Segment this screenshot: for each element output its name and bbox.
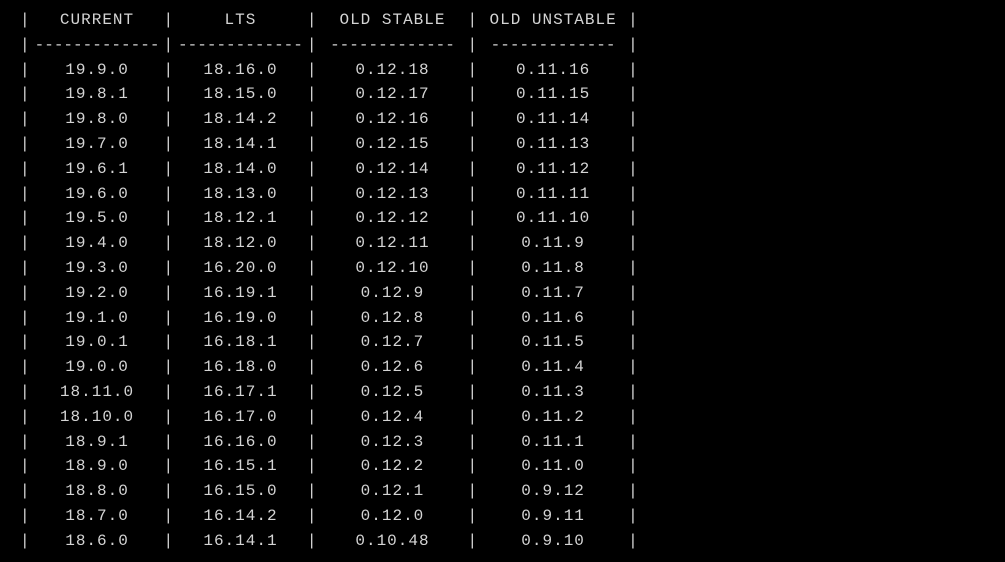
version-cell: 0.11.11 [478,182,628,207]
version-cell: 19.6.1 [31,157,164,182]
version-cell: 19.7.0 [31,132,164,157]
version-cell: 16.18.0 [174,355,307,380]
version-cell: 0.12.17 [317,82,467,107]
column-divider: ------------- [174,33,307,58]
version-cell: 0.12.3 [317,430,467,455]
version-cell: 0.11.14 [478,107,628,132]
column-header: OLD UNSTABLE [478,8,628,33]
version-cell: 0.12.4 [317,405,467,430]
version-cell: 18.6.0 [31,529,164,554]
version-cell: 0.12.7 [317,330,467,355]
version-cell: 0.12.14 [317,157,467,182]
version-cell: 0.11.8 [478,256,628,281]
version-cell: 16.19.0 [174,306,307,331]
version-cell: 18.8.0 [31,479,164,504]
version-cell: 0.9.10 [478,529,628,554]
column-current: CURRENT ------------- 19.9.0 19.8.1 19.8… [31,8,164,554]
version-cell: 0.12.16 [317,107,467,132]
version-cell: 0.12.9 [317,281,467,306]
column-lts: LTS ------------- 18.16.0 18.15.0 18.14.… [174,8,307,554]
version-cell: 16.20.0 [174,256,307,281]
version-cell: 0.11.13 [478,132,628,157]
version-cell: 18.14.2 [174,107,307,132]
version-cell: 19.0.0 [31,355,164,380]
version-cell: 0.11.5 [478,330,628,355]
version-cell: 0.9.11 [478,504,628,529]
version-cell: 0.11.4 [478,355,628,380]
version-cell: 0.12.5 [317,380,467,405]
version-cell: 0.12.12 [317,206,467,231]
version-cell: 0.11.2 [478,405,628,430]
version-cell: 16.17.0 [174,405,307,430]
column-separator: | | | | | | | | | | | | | | | | | | | | … [628,8,639,554]
version-cell: 0.12.0 [317,504,467,529]
version-cell: 19.2.0 [31,281,164,306]
version-cell: 0.12.18 [317,58,467,83]
version-cell: 19.6.0 [31,182,164,207]
version-cell: 0.11.16 [478,58,628,83]
version-cell: 16.17.1 [174,380,307,405]
column-divider: ------------- [317,33,467,58]
column-separator: | | | | | | | | | | | | | | | | | | | | … [163,8,174,554]
version-cell: 18.7.0 [31,504,164,529]
column-divider: ------------- [478,33,628,58]
version-cell: 18.10.0 [31,405,164,430]
version-cell: 19.5.0 [31,206,164,231]
version-cell: 18.11.0 [31,380,164,405]
version-cell: 16.16.0 [174,430,307,455]
version-cell: 16.14.2 [174,504,307,529]
version-cell: 0.12.15 [317,132,467,157]
version-cell: 18.14.1 [174,132,307,157]
version-cell: 19.3.0 [31,256,164,281]
version-cell: 18.16.0 [174,58,307,83]
version-cell: 19.1.0 [31,306,164,331]
version-cell: 18.14.0 [174,157,307,182]
version-cell: 0.11.0 [478,454,628,479]
version-cell: 16.18.1 [174,330,307,355]
column-divider: ------------- [31,33,164,58]
version-cell: 0.12.6 [317,355,467,380]
version-cell: 19.8.0 [31,107,164,132]
version-cell: 0.12.11 [317,231,467,256]
version-cell: 0.12.8 [317,306,467,331]
version-cell: 0.10.48 [317,529,467,554]
column-separator: | | | | | | | | | | | | | | | | | | | | … [307,8,318,554]
version-cell: 18.13.0 [174,182,307,207]
column-header: CURRENT [31,8,164,33]
version-cell: 0.9.12 [478,479,628,504]
version-cell: 0.11.6 [478,306,628,331]
version-cell: 0.12.10 [317,256,467,281]
column-old-unstable: OLD UNSTABLE ------------- 0.11.16 0.11.… [478,8,628,554]
column-separator: | | | | | | | | | | | | | | | | | | | | … [467,8,478,554]
column-header: LTS [174,8,307,33]
version-cell: 16.14.1 [174,529,307,554]
version-cell: 18.9.1 [31,430,164,455]
version-cell: 19.4.0 [31,231,164,256]
version-cell: 0.12.2 [317,454,467,479]
version-cell: 19.9.0 [31,58,164,83]
version-cell: 18.15.0 [174,82,307,107]
version-cell: 16.15.1 [174,454,307,479]
version-cell: 0.11.12 [478,157,628,182]
version-cell: 16.19.1 [174,281,307,306]
version-cell: 0.11.9 [478,231,628,256]
version-cell: 19.8.1 [31,82,164,107]
version-cell: 0.12.13 [317,182,467,207]
version-cell: 0.12.1 [317,479,467,504]
version-cell: 18.9.0 [31,454,164,479]
column-header: OLD STABLE [317,8,467,33]
version-cell: 0.11.15 [478,82,628,107]
version-cell: 0.11.7 [478,281,628,306]
version-cell: 16.15.0 [174,479,307,504]
version-cell: 19.0.1 [31,330,164,355]
column-separator: | | | | | | | | | | | | | | | | | | | | … [20,8,31,554]
column-old-stable: OLD STABLE ------------- 0.12.18 0.12.17… [317,8,467,554]
version-cell: 0.11.10 [478,206,628,231]
version-table: | | | | | | | | | | | | | | | | | | | | … [20,8,985,554]
version-cell: 18.12.0 [174,231,307,256]
version-cell: 0.11.1 [478,430,628,455]
version-cell: 0.11.3 [478,380,628,405]
version-cell: 18.12.1 [174,206,307,231]
